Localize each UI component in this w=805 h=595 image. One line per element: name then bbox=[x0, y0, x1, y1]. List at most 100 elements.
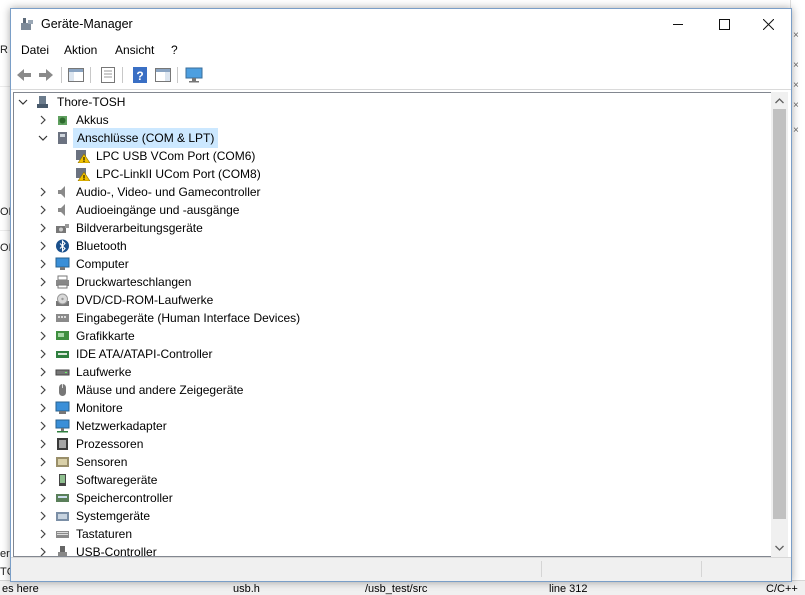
scan-hardware-button[interactable] bbox=[185, 66, 203, 84]
tree-category-row[interactable]: USB-Controller bbox=[14, 543, 774, 556]
chevron-right-icon[interactable] bbox=[38, 507, 48, 525]
tree-device-label: LPC USB VCom Port (COM6) bbox=[96, 149, 256, 163]
chevron-right-icon[interactable] bbox=[38, 471, 48, 489]
tree-category-row[interactable]: Speichercontroller bbox=[14, 489, 774, 507]
device-tree[interactable]: Thore-TOSH Akkus Anschlüsse (COM & LPT) LP… bbox=[13, 92, 775, 557]
chevron-right-icon[interactable] bbox=[38, 309, 48, 327]
help-button[interactable]: ? bbox=[131, 66, 149, 84]
tree-category-label: Bildverarbeitungsgeräte bbox=[76, 221, 203, 235]
tree-category-row[interactable]: Grafikkarte bbox=[14, 327, 774, 345]
maximize-button[interactable] bbox=[701, 9, 747, 40]
ide-icon bbox=[56, 351, 69, 358]
tree-category-row[interactable]: Systemgeräte bbox=[14, 507, 774, 525]
chevron-right-icon[interactable] bbox=[38, 417, 48, 435]
tree-category-row[interactable]: Monitore bbox=[14, 399, 774, 417]
tree-category-row[interactable]: Tastaturen bbox=[14, 525, 774, 543]
bg-tick: × bbox=[793, 30, 799, 41]
chevron-right-icon[interactable] bbox=[38, 219, 48, 237]
tree-device-row[interactable]: LPC USB VCom Port (COM6) bbox=[14, 147, 774, 165]
chevron-right-icon[interactable] bbox=[38, 345, 48, 363]
chevron-right-icon[interactable] bbox=[38, 255, 48, 273]
chevron-right-icon[interactable] bbox=[38, 453, 48, 471]
tree-category-row[interactable]: Mäuse und andere Zeigegeräte bbox=[14, 381, 774, 399]
tree-category-row[interactable]: DVD/CD-ROM-Laufwerke bbox=[14, 291, 774, 309]
console-tree-button[interactable] bbox=[67, 66, 85, 84]
tree-category-row[interactable]: Anschlüsse (COM & LPT) bbox=[14, 128, 774, 148]
tree-category-label: Netzwerkadapter bbox=[76, 419, 167, 433]
chevron-right-icon[interactable] bbox=[38, 237, 48, 255]
tree-category-row[interactable]: IDE ATA/ATAPI-Controller bbox=[14, 345, 774, 363]
tree-category-label: DVD/CD-ROM-Laufwerke bbox=[76, 293, 214, 307]
tree-category-row[interactable]: Bluetooth bbox=[14, 237, 774, 255]
chevron-right-icon[interactable] bbox=[38, 399, 48, 417]
tree-category-row[interactable]: Druckwarteschlangen bbox=[14, 273, 774, 291]
title-bar[interactable]: Geräte-Manager bbox=[11, 9, 791, 40]
chevron-right-icon[interactable] bbox=[38, 435, 48, 453]
tree-device-label: LPC-LinkII UCom Port (COM8) bbox=[96, 167, 261, 181]
tree-category-label: Tastaturen bbox=[76, 527, 133, 541]
menu-bar: Datei Aktion Ansicht ? bbox=[11, 40, 791, 61]
chevron-right-icon[interactable] bbox=[38, 543, 48, 556]
chevron-right-icon[interactable] bbox=[38, 201, 48, 219]
tree-category-row[interactable]: Bildverarbeitungsgeräte bbox=[14, 219, 774, 237]
toolbar-separator bbox=[90, 67, 91, 83]
status-cell bbox=[703, 561, 789, 577]
status-cell bbox=[11, 561, 542, 577]
properties-button[interactable] bbox=[99, 66, 117, 84]
tree-category-row[interactable]: Sensoren bbox=[14, 453, 774, 471]
camera-icon bbox=[56, 224, 69, 233]
close-button[interactable] bbox=[745, 9, 791, 40]
chevron-right-icon[interactable] bbox=[38, 291, 48, 309]
toolbar-separator bbox=[122, 67, 123, 83]
device-manager-icon bbox=[21, 18, 33, 30]
scrollbar-thumb[interactable] bbox=[773, 109, 786, 519]
tree-category-label: Softwaregeräte bbox=[76, 473, 158, 487]
tree-category-row[interactable]: Computer bbox=[14, 255, 774, 273]
tree-category-label: IDE ATA/ATAPI-Controller bbox=[76, 347, 213, 361]
tree-category-row[interactable]: Netzwerkadapter bbox=[14, 417, 774, 435]
tree-root[interactable]: Thore-TOSH bbox=[14, 93, 774, 111]
menu-datei[interactable]: Datei bbox=[21, 43, 49, 57]
menu-aktion[interactable]: Aktion bbox=[64, 43, 97, 57]
device-manager-window: Geräte-Manager Datei Aktion Ansicht ? ? … bbox=[10, 8, 792, 582]
tree-category-row[interactable]: Prozessoren bbox=[14, 435, 774, 453]
chevron-down-icon[interactable] bbox=[38, 129, 48, 147]
chevron-right-icon[interactable] bbox=[38, 489, 48, 507]
chevron-down-icon[interactable] bbox=[18, 93, 28, 111]
back-button[interactable] bbox=[15, 66, 33, 84]
forward-button[interactable] bbox=[37, 66, 55, 84]
console-tree-icon bbox=[68, 68, 84, 82]
chevron-right-icon[interactable] bbox=[38, 273, 48, 291]
menu-ansicht[interactable]: Ansicht bbox=[115, 43, 154, 57]
software-device-icon bbox=[59, 474, 66, 486]
tree-category-row[interactable]: Softwaregeräte bbox=[14, 471, 774, 489]
tree-category-label: Prozessoren bbox=[76, 437, 144, 451]
scroll-up-icon[interactable] bbox=[771, 92, 788, 109]
cpu-icon bbox=[57, 438, 68, 450]
scroll-down-icon[interactable] bbox=[771, 539, 788, 556]
computer-icon bbox=[37, 96, 48, 108]
vertical-scrollbar[interactable] bbox=[771, 92, 788, 557]
tree-category-row[interactable]: Eingabegeräte (Human Interface Devices) bbox=[14, 309, 774, 327]
tree-category-row[interactable]: Laufwerke bbox=[14, 363, 774, 381]
tree-device-row[interactable]: LPC-LinkII UCom Port (COM8) bbox=[14, 165, 774, 183]
menu-help[interactable]: ? bbox=[171, 43, 178, 57]
action-pane-button[interactable] bbox=[154, 66, 172, 84]
chevron-right-icon[interactable] bbox=[38, 183, 48, 201]
chevron-right-icon[interactable] bbox=[38, 363, 48, 381]
tree-category-row[interactable]: Audio-, Video- und Gamecontroller bbox=[14, 183, 774, 201]
minimize-button[interactable] bbox=[655, 9, 701, 40]
window-title: Geräte-Manager bbox=[41, 17, 133, 31]
status-bar bbox=[11, 557, 791, 581]
chevron-right-icon[interactable] bbox=[38, 381, 48, 399]
tree-category-row[interactable]: Audioeingänge und -ausgänge bbox=[14, 201, 774, 219]
tree-category-row[interactable]: Akkus bbox=[14, 111, 774, 129]
warning-port-icon bbox=[76, 150, 90, 163]
toolbar-separator bbox=[61, 67, 62, 83]
chevron-right-icon[interactable] bbox=[38, 525, 48, 543]
chevron-right-icon[interactable] bbox=[38, 111, 48, 129]
network-icon bbox=[55, 419, 70, 433]
chevron-right-icon[interactable] bbox=[38, 327, 48, 345]
tree-category-label: Audio-, Video- und Gamecontroller bbox=[76, 185, 261, 199]
forward-arrow-icon bbox=[39, 69, 53, 81]
